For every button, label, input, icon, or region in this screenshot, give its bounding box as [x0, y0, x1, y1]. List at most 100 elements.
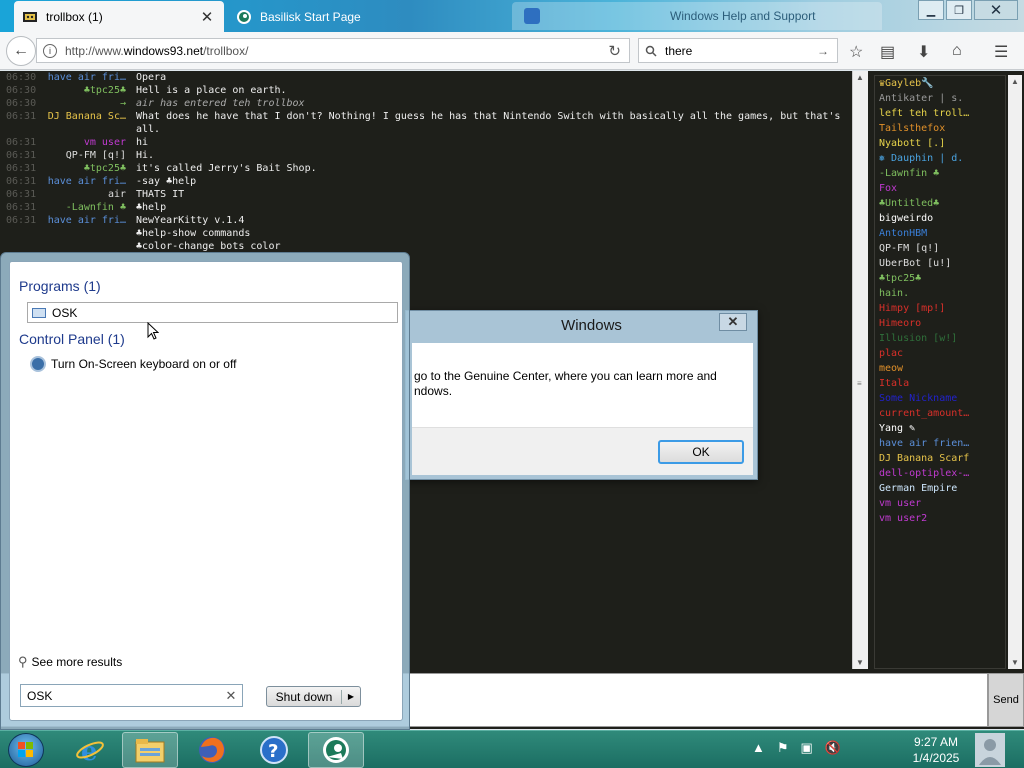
ok-button[interactable]: OK: [658, 440, 744, 464]
user-list-item[interactable]: ♣Untitled♣: [879, 196, 1005, 211]
chat-message: 06:30 have air fri… Opera: [6, 72, 167, 83]
user-list-item[interactable]: Itala: [879, 376, 1005, 391]
taskbar-firefox-button[interactable]: [184, 732, 240, 768]
url-text: http://www.windows93.net/trollbox/: [65, 43, 249, 58]
start-button[interactable]: [8, 733, 44, 767]
window-close-button[interactable]: ✕: [974, 0, 1018, 20]
explorer-icon: [135, 739, 165, 763]
user-list-scrollbar[interactable]: ▲ ▼: [1008, 75, 1022, 669]
clear-search-icon[interactable]: ✕: [220, 688, 242, 704]
show-hidden-icons-icon[interactable]: ▲: [752, 740, 765, 756]
chat-message: 06:31 vm user hi: [6, 137, 149, 148]
search-results-panel: Programs (1) OSK Control Panel (1) Turn …: [9, 261, 403, 721]
scroll-down-icon[interactable]: ▼: [856, 658, 864, 667]
control-panel-header: Control Panel (1): [19, 331, 125, 347]
volume-muted-icon[interactable]: 🔇: [825, 740, 841, 756]
scroll-grip-icon[interactable]: ≡: [857, 379, 862, 388]
user-list-item[interactable]: Yang ✎: [879, 421, 1005, 436]
search-bar[interactable]: there →: [638, 38, 838, 63]
url-bar[interactable]: i http://www.windows93.net/trollbox/ ↻: [36, 38, 630, 63]
scroll-down-icon[interactable]: ▼: [1011, 658, 1019, 667]
user-list-item[interactable]: dell-optiplex-…: [879, 466, 1005, 481]
dialog-close-button[interactable]: ✕: [719, 313, 747, 331]
clock-date: 1/4/2025: [912, 751, 960, 765]
taskbar-help-button[interactable]: ?: [246, 732, 302, 768]
scroll-up-icon[interactable]: ▲: [1011, 77, 1019, 86]
user-list-item[interactable]: UberBot [u!]: [879, 256, 1005, 271]
desktop: trollbox (1) ✕ Basilisk Start Page Windo…: [0, 0, 1024, 768]
firefox-icon: [199, 737, 225, 763]
svg-text:?: ?: [268, 741, 278, 762]
tab-title: Windows Help and Support: [670, 9, 816, 23]
taskbar-ie-button[interactable]: e: [62, 732, 118, 768]
chat-message: 06:30 → air has entered teh trollbox: [6, 98, 305, 109]
user-list-item[interactable]: left teh troll…: [879, 106, 1005, 121]
search-go-icon[interactable]: →: [817, 44, 837, 58]
clock[interactable]: 9:27 AM 1/4/2025: [895, 734, 977, 766]
user-list-item[interactable]: Tailsthefox: [879, 121, 1005, 136]
taskbar-explorer-button[interactable]: [122, 732, 178, 768]
back-button[interactable]: ←: [6, 36, 36, 66]
user-list-item[interactable]: -Lawnfin ♣: [879, 166, 1005, 181]
tab-trollbox[interactable]: trollbox (1) ✕: [14, 1, 224, 32]
chat-message: 06:31 have air fri… -say ♣help: [6, 176, 197, 187]
shutdown-options-icon[interactable]: ▶: [342, 692, 360, 701]
user-list-item[interactable]: Some Nickname: [879, 391, 1005, 406]
user-list-item[interactable]: Antikater | s.: [879, 91, 1005, 106]
user-list-item[interactable]: German Empire: [879, 481, 1005, 496]
taskbar-basilisk-button[interactable]: [308, 732, 364, 768]
search-query[interactable]: there: [665, 44, 817, 58]
user-list-item[interactable]: vm user: [879, 496, 1005, 511]
tab-close-icon[interactable]: ✕: [198, 8, 216, 26]
shut-down-button[interactable]: Shut down ▶: [266, 686, 361, 707]
user-list-item[interactable]: Illusion [w!]: [879, 331, 1005, 346]
home-icon[interactable]: ⌂: [952, 42, 962, 60]
program-result-osk[interactable]: OSK: [27, 302, 398, 323]
send-button[interactable]: Send: [988, 673, 1024, 727]
tab-windows-help[interactable]: Windows Help and Support: [512, 2, 882, 30]
user-list-item[interactable]: DJ Banana Scarf: [879, 451, 1005, 466]
user-list-item[interactable]: hain.: [879, 286, 1005, 301]
see-more-results-link[interactable]: ⚲ See more results: [18, 654, 122, 670]
user-list-item[interactable]: plac: [879, 346, 1005, 361]
user-list-item[interactable]: Himpy [mp!]: [879, 301, 1005, 316]
menu-icon[interactable]: ☰: [994, 42, 1008, 62]
control-panel-result[interactable]: Turn On-Screen keyboard on or off: [30, 356, 236, 372]
reading-list-icon[interactable]: ▤: [880, 42, 895, 62]
chat-message: ♣help-show commands: [136, 228, 251, 239]
maximize-button[interactable]: ❐: [946, 0, 972, 20]
user-avatar-icon[interactable]: [975, 733, 1005, 767]
user-list-item[interactable]: vm user2: [879, 511, 1005, 526]
chat-message: 06:30 ♣tpc25♣ Hell is a place on earth.: [6, 85, 287, 96]
user-list-item[interactable]: Fox: [879, 181, 1005, 196]
user-list-item[interactable]: AntonHBM: [879, 226, 1005, 241]
dialog-footer: OK: [412, 427, 753, 475]
user-list-item[interactable]: Nyabott [.]: [879, 136, 1005, 151]
chat-message: 06:31 air THATS IT: [6, 189, 185, 200]
keyboard-icon: [32, 307, 46, 318]
chat-scrollbar[interactable]: ▲ ≡ ▼: [852, 71, 868, 669]
user-list-item[interactable]: have air frien…: [879, 436, 1005, 451]
network-icon[interactable]: ▣: [801, 740, 813, 756]
user-list-item[interactable]: meow: [879, 361, 1005, 376]
bookmark-star-icon[interactable]: ☆: [849, 42, 863, 62]
user-list-item[interactable]: ❅ Dauphin | d.: [879, 151, 1005, 166]
site-info-icon[interactable]: i: [43, 43, 57, 58]
start-search-input[interactable]: OSK ✕: [20, 684, 243, 707]
action-center-flag-icon[interactable]: ⚑: [777, 740, 789, 756]
user-list-item[interactable]: current_amount…: [879, 406, 1005, 421]
minimize-button[interactable]: ▁: [918, 0, 944, 20]
windows-dialog: Windows ✕ go to the Genuine Center, wher…: [405, 310, 758, 480]
reload-icon[interactable]: ↻: [608, 42, 621, 60]
downloads-icon[interactable]: ⬇: [917, 42, 930, 62]
user-list-item[interactable]: Himeoro: [879, 316, 1005, 331]
chat-message: 06:31 ♣tpc25♣ it's called Jerry's Bait Sho…: [6, 163, 317, 174]
chat-message: 06:31 -Lawnfin ♣ ♣help: [6, 202, 167, 213]
user-list-item[interactable]: bigweirdo: [879, 211, 1005, 226]
scroll-up-icon[interactable]: ▲: [856, 73, 864, 82]
user-list-item[interactable]: ♣tpc25♣: [879, 271, 1005, 286]
tab-basilisk-start-page[interactable]: Basilisk Start Page: [228, 1, 508, 32]
user-list-item[interactable]: QP-FM [q!]: [879, 241, 1005, 256]
windows-logo-icon: [18, 742, 33, 757]
user-list-item[interactable]: ♛Gayleb🔧: [879, 76, 1005, 91]
